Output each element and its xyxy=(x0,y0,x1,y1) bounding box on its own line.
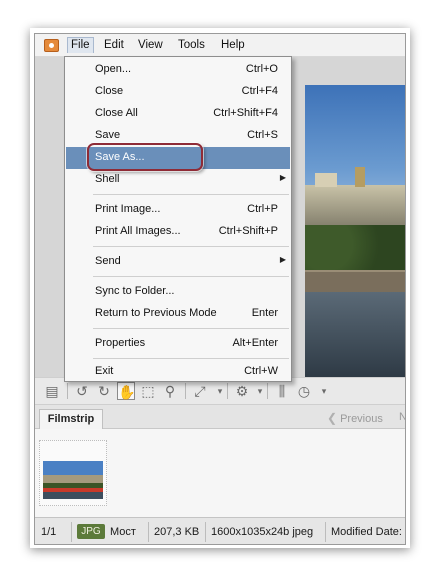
menu-item-save[interactable]: Save Ctrl+S xyxy=(66,125,290,147)
tab-filmstrip[interactable]: Filmstrip xyxy=(39,409,103,429)
status-file-size: 207,3 KB xyxy=(154,526,200,538)
chevron-left-icon: ❮ xyxy=(327,411,338,425)
status-file-info: 1600x1035x24b jpeg xyxy=(211,526,314,538)
menu-item-sync-to-folder[interactable]: Sync to Folder... xyxy=(66,281,290,303)
menu-item-send[interactable]: Send ▶ xyxy=(66,251,290,273)
filmstrip-panel xyxy=(35,429,405,517)
rotate-right-icon[interactable]: ↻ xyxy=(95,382,113,400)
clock-dropdown-icon[interactable]: ▾ xyxy=(315,382,333,400)
previous-button[interactable]: ❮ Previous xyxy=(327,411,383,425)
thumbnail-image xyxy=(43,461,103,499)
menu-item-save-as[interactable]: Save As... xyxy=(66,147,290,169)
menu-item-open[interactable]: Open... Ctrl+O xyxy=(66,59,290,81)
menu-item-print-all-images[interactable]: Print All Images... Ctrl+Shift+P xyxy=(66,221,290,243)
file-menu-dropdown: Open... Ctrl+O Close Ctrl+F4 Close All C… xyxy=(64,56,292,382)
menu-item-properties[interactable]: Properties Alt+Enter xyxy=(66,333,290,355)
status-bar: 1/1 JPG Мост 207,3 KB 1600x1035x24b jpeg… xyxy=(35,517,405,544)
menu-item-exit[interactable]: Exit Ctrl+W xyxy=(66,361,290,383)
menu-item-return-previous-mode[interactable]: Return to Previous Mode Enter xyxy=(66,303,290,325)
status-file-name: Мост xyxy=(110,526,136,538)
zoom-tool-icon[interactable]: ⚲ xyxy=(161,382,179,400)
thumbnail-item[interactable] xyxy=(39,440,107,506)
submenu-arrow-icon: ▶ xyxy=(279,173,286,182)
menu-file[interactable]: File xyxy=(67,37,94,53)
menu-item-close-all[interactable]: Close All Ctrl+Shift+F4 xyxy=(66,103,290,125)
adjust-sliders-icon[interactable]: ⫼ xyxy=(273,382,291,400)
menu-edit[interactable]: Edit xyxy=(101,38,127,54)
app-logo-icon[interactable] xyxy=(44,39,59,52)
menu-view[interactable]: View xyxy=(135,38,166,54)
menu-item-close[interactable]: Close Ctrl+F4 xyxy=(66,81,290,103)
status-position: 1/1 xyxy=(41,526,57,538)
clock-icon[interactable]: ◷ xyxy=(295,382,313,400)
fit-screen-icon[interactable]: ⤢ xyxy=(191,382,209,400)
menu-item-print-image[interactable]: Print Image... Ctrl+P xyxy=(66,199,290,221)
gear-icon[interactable]: ⚙ xyxy=(233,382,251,400)
menu-bar: File Edit View Tools Help xyxy=(35,34,405,57)
rotate-left-icon[interactable]: ↺ xyxy=(73,382,91,400)
filmstrip-tabs: Filmstrip ❮Previous N xyxy=(35,405,405,429)
menu-item-shell[interactable]: Shell ▶ xyxy=(66,169,290,191)
hand-tool-icon[interactable]: ✋ xyxy=(117,382,135,400)
status-modified-date: Modified Date: xyxy=(331,526,402,538)
next-button[interactable]: N xyxy=(399,411,405,423)
previous-label: Previous xyxy=(340,413,383,425)
select-tool-icon[interactable]: ⬚ xyxy=(139,382,157,400)
submenu-arrow-icon: ▶ xyxy=(279,255,286,264)
app-window: File Edit View Tools Help ▤ ↺ ↻ ✋ ⬚ ⚲ ⤢ … xyxy=(34,33,406,545)
menu-help[interactable]: Help xyxy=(218,38,248,54)
format-badge: JPG xyxy=(77,524,105,539)
photo-image xyxy=(305,85,405,377)
menu-tools[interactable]: Tools xyxy=(175,38,208,54)
save-disk-icon[interactable]: ▤ xyxy=(43,382,61,400)
